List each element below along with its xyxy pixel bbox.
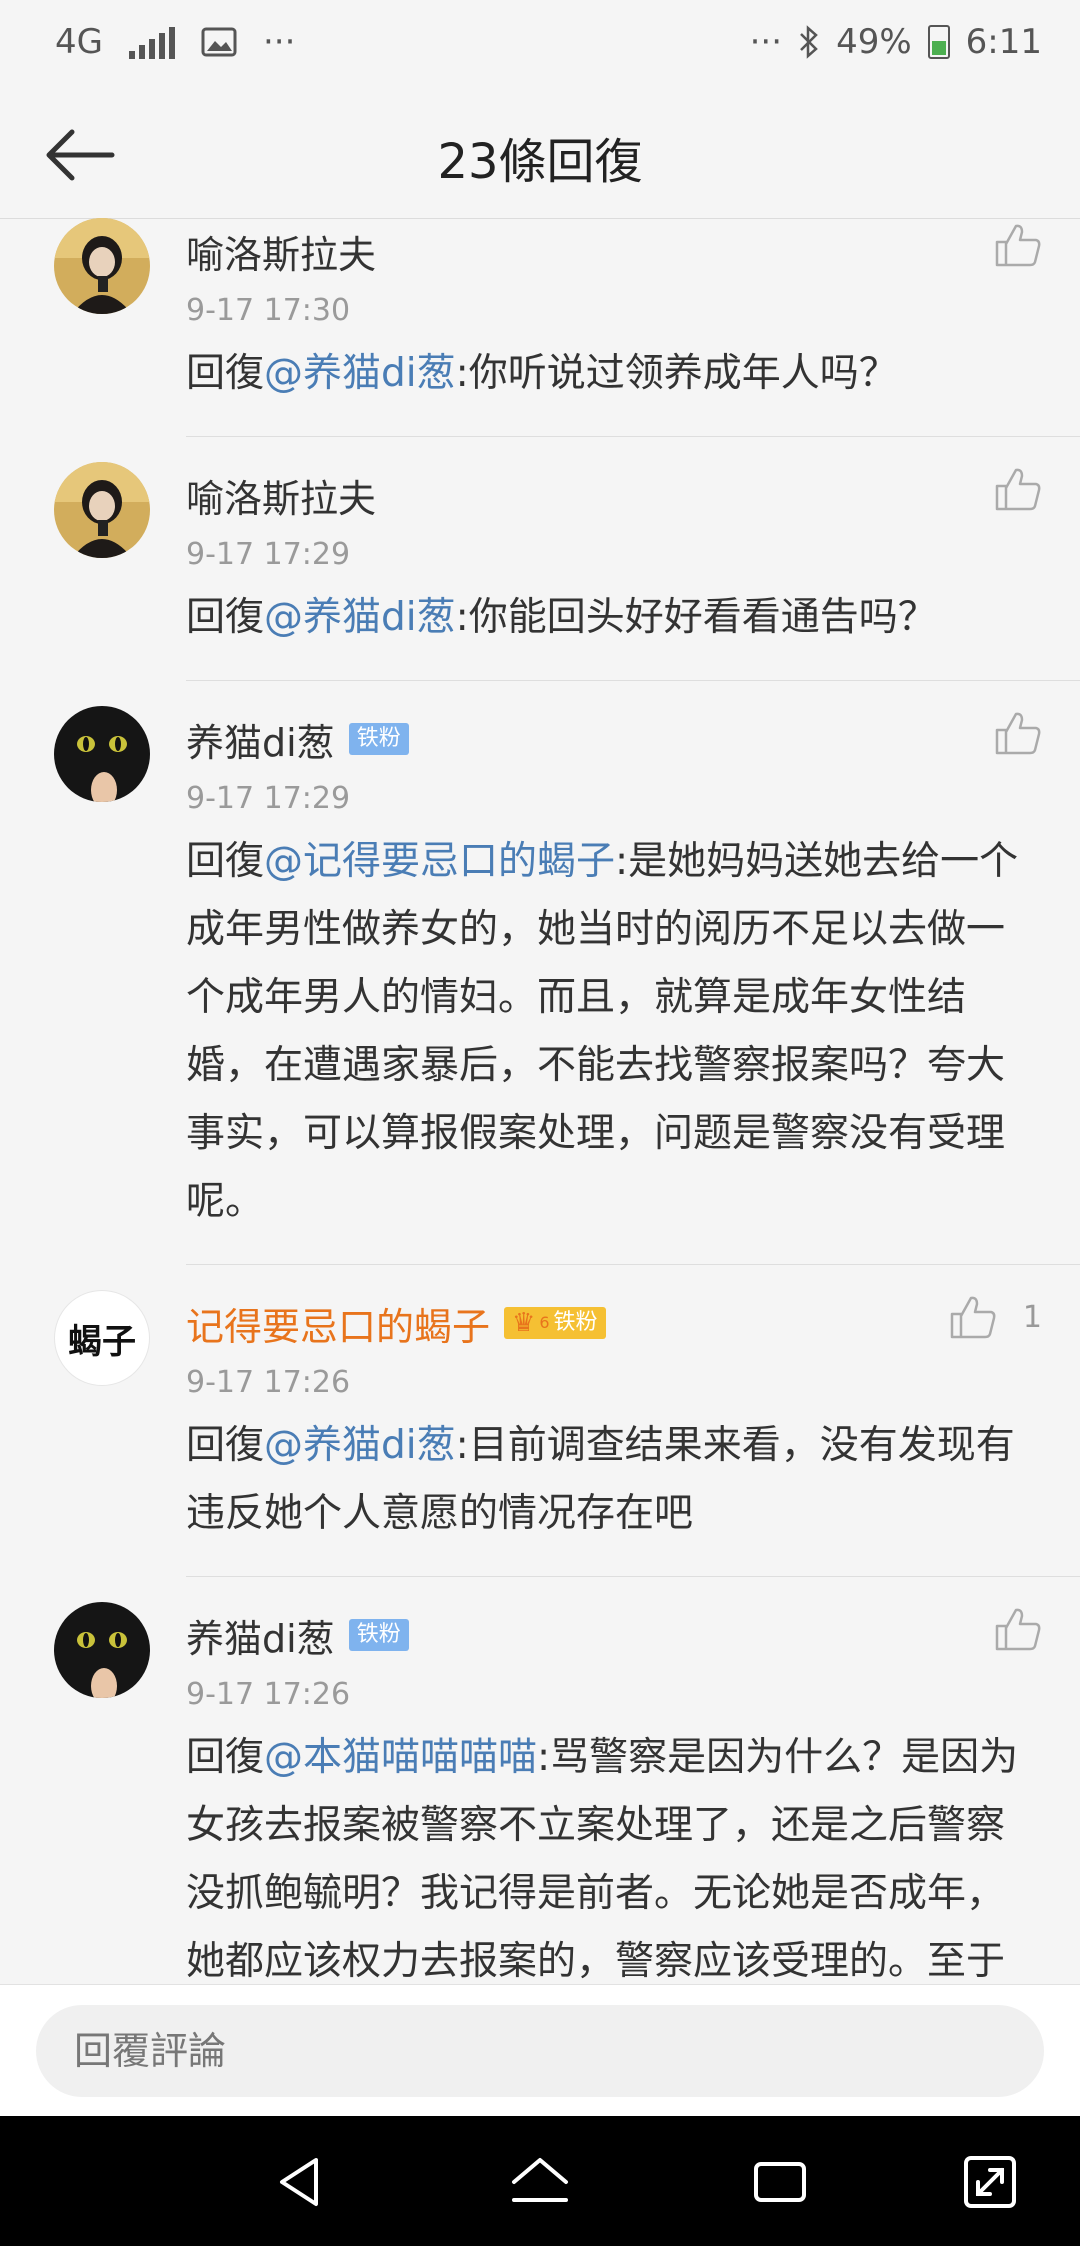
comment-item[interactable]: 养猫di葱 铁粉 9-17 17:26 回復@本猫喵喵喵喵:骂警察是因为什么？是…	[0, 1576, 1080, 1984]
comment-time: 9-17 17:29	[186, 537, 351, 572]
fan-badge: ♛ 6 铁粉	[504, 1307, 606, 1339]
comment-body: :你能回头好好看看通告吗？	[455, 595, 937, 640]
avatar-calligraphy: 蝎子	[68, 1321, 136, 1362]
like-button[interactable]	[994, 466, 1042, 512]
mention-link[interactable]: @养猫di葱	[264, 351, 456, 396]
comment-time: 9-17 17:29	[186, 781, 351, 816]
avatar[interactable]	[54, 1602, 150, 1698]
reply-prefix: 回復	[186, 1735, 265, 1780]
mention-link[interactable]: @养猫di葱	[264, 595, 456, 640]
author-name[interactable]: 喻洛斯拉夫	[186, 468, 376, 523]
comment-body: :你听说过领养成年人吗？	[455, 351, 898, 396]
comment-text: 回復@养猫di葱:目前调查结果来看，没有发现有违反她个人意愿的情况存在吧	[186, 1412, 1040, 1548]
like-button[interactable]	[994, 710, 1042, 756]
avatar[interactable]	[54, 462, 150, 558]
mention-link[interactable]: @记得要忌口的蝎子	[264, 839, 615, 884]
author-name[interactable]: 养猫di葱	[186, 712, 335, 767]
fan-badge: 铁粉	[348, 723, 409, 755]
comment-list[interactable]: 喻洛斯拉夫 9-17 17:30 回復@养猫di葱:你听说过领养成年人吗？ 喻洛…	[0, 218, 1080, 1984]
crown-icon: ♛	[512, 1308, 536, 1338]
status-bar: 4G ··· ··· 49% 6:11	[0, 0, 1080, 90]
reply-input[interactable]: 回覆評論	[36, 2005, 1044, 2097]
header: 23條回復	[0, 90, 1080, 219]
battery-percent: 49%	[836, 22, 912, 62]
reply-prefix: 回復	[186, 1423, 265, 1468]
comment-text: 回復@本猫喵喵喵喵:骂警察是因为什么？是因为女孩去报案被警察不立案处理了，还是之…	[186, 1724, 1040, 1984]
author-name[interactable]: 养猫di葱	[186, 1608, 335, 1663]
network-type: 4G	[55, 22, 103, 62]
comment-item[interactable]: 喻洛斯拉夫 9-17 17:29 回復@养猫di葱:你能回头好好看看通告吗？	[0, 436, 1080, 680]
comment-item[interactable]: 养猫di葱 铁粉 9-17 17:29 回復@记得要忌口的蝎子:是她妈妈送她去给…	[0, 680, 1080, 1264]
thumbs-up-icon	[950, 1296, 996, 1339]
comment-body: :是她妈妈送她去给一个成年男性做养女的，她当时的阅历不足以去做一个成年男人的情妇…	[186, 839, 1019, 1224]
more-status-icon: ···	[749, 22, 783, 62]
avatar[interactable]	[54, 218, 150, 314]
comment-item[interactable]: 喻洛斯拉夫 9-17 17:30 回復@养猫di葱:你听说过领养成年人吗？	[0, 218, 1080, 436]
like-button[interactable]: 1	[949, 1294, 1042, 1340]
reply-bar: 回覆評論	[0, 1984, 1080, 2117]
thumbs-up-icon	[995, 712, 1041, 755]
page-title: 23條回復	[437, 134, 643, 190]
more-notifications-icon: ···	[262, 22, 296, 62]
author-name[interactable]: 喻洛斯拉夫	[186, 224, 376, 279]
fan-badge: 铁粉	[348, 1619, 409, 1651]
like-button[interactable]	[994, 1606, 1042, 1652]
thumbs-up-icon	[995, 1608, 1041, 1651]
avatar[interactable]	[54, 706, 150, 802]
image-icon	[201, 27, 237, 57]
author-name[interactable]: 记得要忌口的蝎子	[186, 1296, 490, 1351]
nav-back-icon[interactable]	[270, 2152, 330, 2212]
nav-home-icon[interactable]	[510, 2152, 570, 2212]
clock: 6:11	[965, 22, 1042, 62]
avatar[interactable]: 蝎子	[54, 1290, 150, 1386]
reply-prefix: 回復	[186, 595, 265, 640]
like-button[interactable]	[994, 222, 1042, 268]
comment-text: 回復@养猫di葱:你听说过领养成年人吗？	[186, 340, 1040, 408]
comment-time: 9-17 17:26	[186, 1677, 351, 1712]
nav-recents-icon[interactable]	[750, 2152, 810, 2212]
navigation-bar	[0, 2116, 1080, 2246]
nav-expand-icon[interactable]	[960, 2152, 1020, 2212]
like-count: 1	[1022, 1299, 1042, 1335]
thumbs-up-icon	[995, 468, 1041, 511]
comment-text: 回復@记得要忌口的蝎子:是她妈妈送她去给一个成年男性做养女的，她当时的阅历不足以…	[186, 828, 1040, 1236]
reply-prefix: 回復	[186, 351, 265, 396]
mention-link[interactable]: @养猫di葱	[264, 1423, 456, 1468]
comment-item[interactable]: 蝎子 记得要忌口的蝎子 ♛ 6 铁粉 9-17 17:26 回復@养猫di葱:目前调…	[0, 1264, 1080, 1576]
reply-prefix: 回復	[186, 839, 265, 884]
battery-icon	[927, 25, 950, 59]
comment-time: 9-17 17:30	[186, 293, 351, 328]
thumbs-up-icon	[995, 224, 1041, 267]
mention-link[interactable]: @本猫喵喵喵喵	[264, 1735, 537, 1780]
fan-level: 6	[539, 1313, 550, 1332]
comment-time: 9-17 17:26	[186, 1365, 351, 1400]
comment-text: 回復@养猫di葱:你能回头好好看看通告吗？	[186, 584, 1040, 652]
bluetooth-icon	[800, 25, 818, 59]
signal-icon	[128, 25, 175, 59]
